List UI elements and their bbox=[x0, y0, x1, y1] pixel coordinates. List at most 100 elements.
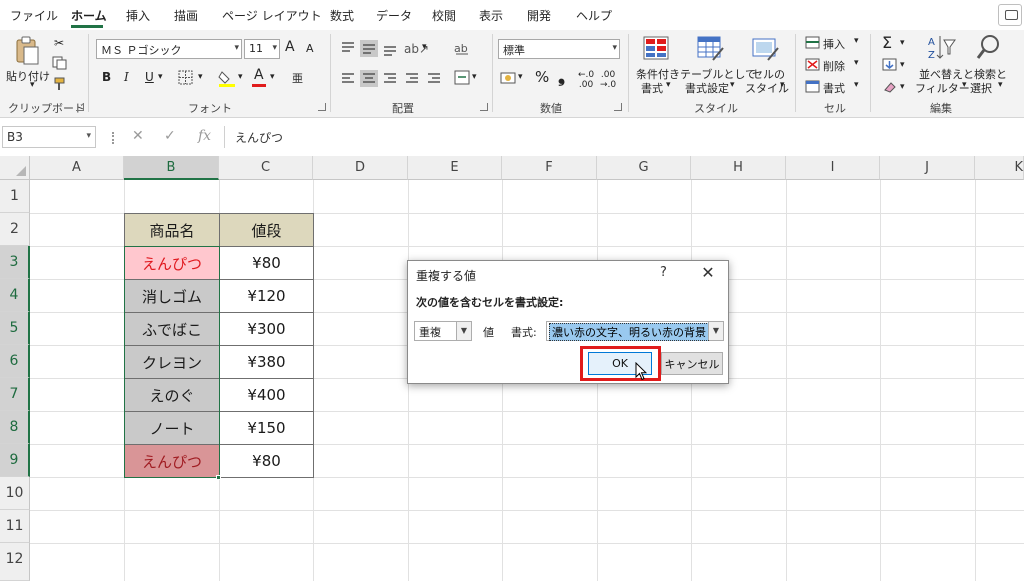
cell-b9[interactable]: えんぴつ bbox=[124, 444, 220, 478]
borders-icon[interactable] bbox=[178, 70, 194, 86]
cell-c9[interactable]: ¥80 bbox=[219, 444, 314, 478]
clipboard-launcher-icon[interactable] bbox=[76, 103, 84, 111]
cut-icon[interactable]: ✂ bbox=[52, 36, 66, 50]
fill-icon[interactable] bbox=[882, 58, 898, 72]
paste-label[interactable]: 貼り付け bbox=[6, 68, 50, 84]
menu-review[interactable]: 校閲 bbox=[432, 7, 456, 24]
cell-c5[interactable]: ¥300 bbox=[219, 312, 314, 346]
column-header-i[interactable]: I bbox=[786, 156, 880, 180]
wrap-text-icon[interactable]: ab bbox=[454, 40, 470, 56]
row-header-10[interactable]: 10 bbox=[0, 477, 30, 510]
column-header-d[interactable]: D bbox=[313, 156, 408, 180]
sort-filter-icon[interactable]: AZ bbox=[928, 34, 956, 62]
copy-icon[interactable] bbox=[52, 56, 68, 70]
formula-input[interactable]: えんぴつ bbox=[224, 126, 1024, 148]
format-select[interactable]: 濃い赤の文字、明るい赤の背景 ▼ bbox=[546, 321, 724, 341]
paste-icon[interactable] bbox=[14, 36, 40, 66]
column-header-h[interactable]: H bbox=[691, 156, 786, 180]
cancel-entry-icon[interactable]: ✕ bbox=[132, 128, 144, 144]
column-header-g[interactable]: G bbox=[597, 156, 691, 180]
format-as-table-icon[interactable] bbox=[697, 36, 725, 62]
shrink-font-icon[interactable]: A bbox=[306, 42, 314, 55]
clear-icon[interactable] bbox=[882, 80, 898, 94]
decrease-decimal-icon[interactable]: .00 →.0 bbox=[600, 70, 616, 90]
autosum-icon[interactable]: Σ bbox=[882, 33, 892, 52]
row-header-3[interactable]: 3 bbox=[0, 246, 30, 279]
number-format-combo[interactable]: 標準 ▾ bbox=[498, 39, 620, 59]
help-icon[interactable]: ? bbox=[660, 265, 667, 280]
row-header-12[interactable]: 12 bbox=[0, 543, 30, 581]
insert-cells-label[interactable]: 挿入 bbox=[823, 36, 845, 52]
menu-file[interactable]: ファイル bbox=[10, 7, 58, 24]
row-header-11[interactable]: 11 bbox=[0, 510, 30, 543]
menu-developer[interactable]: 開発 bbox=[527, 7, 551, 24]
format-painter-icon[interactable] bbox=[52, 76, 68, 92]
menu-data[interactable]: データ bbox=[376, 7, 412, 24]
comma-button[interactable]: ❟ bbox=[558, 66, 565, 87]
row-header-2[interactable]: 2 bbox=[0, 213, 30, 246]
cell-b5[interactable]: ふでばこ bbox=[124, 312, 220, 346]
cell-b4[interactable]: 消しゴム bbox=[124, 279, 220, 313]
bold-button[interactable]: B bbox=[102, 70, 111, 84]
row-header-5[interactable]: 5 bbox=[0, 312, 30, 345]
cell-b3[interactable]: えんぴつ bbox=[124, 246, 220, 280]
percent-button[interactable]: % bbox=[535, 68, 549, 86]
grow-font-icon[interactable]: A bbox=[285, 39, 295, 55]
font-name-combo[interactable]: ＭＳ Ｐゴシック ▾ bbox=[96, 39, 242, 59]
row-header-9[interactable]: 9 bbox=[0, 444, 30, 477]
number-launcher-icon[interactable] bbox=[614, 103, 622, 111]
column-header-f[interactable]: F bbox=[502, 156, 597, 180]
menu-insert[interactable]: 挿入 bbox=[126, 7, 150, 24]
format-cells-label[interactable]: 書式 bbox=[823, 80, 845, 96]
increase-decimal-icon[interactable]: ←.0.00 bbox=[578, 70, 594, 90]
cancel-button[interactable]: キャンセル bbox=[661, 352, 723, 375]
fill-handle[interactable] bbox=[216, 475, 221, 480]
cell-c2-header[interactable]: 値段 bbox=[219, 213, 314, 247]
menu-formulas[interactable]: 数式 bbox=[330, 7, 354, 24]
cell-c4[interactable]: ¥120 bbox=[219, 279, 314, 313]
cell-b6[interactable]: クレヨン bbox=[124, 345, 220, 379]
underline-button[interactable]: U bbox=[145, 70, 154, 84]
column-header-e[interactable]: E bbox=[408, 156, 502, 180]
comment-icon[interactable] bbox=[998, 4, 1022, 26]
name-box[interactable]: B3 ▾ bbox=[2, 126, 96, 148]
cell-c3[interactable]: ¥80 bbox=[219, 246, 314, 280]
close-icon[interactable]: ✕ bbox=[698, 263, 718, 282]
row-header-1[interactable]: 1 bbox=[0, 180, 30, 213]
column-header-b[interactable]: B bbox=[124, 156, 219, 180]
column-header-a[interactable]: A bbox=[30, 156, 124, 180]
italic-button[interactable]: I bbox=[124, 70, 129, 84]
cell-b7[interactable]: えのぐ bbox=[124, 378, 220, 412]
menu-home[interactable]: ホーム bbox=[71, 7, 107, 24]
font-launcher-icon[interactable] bbox=[318, 103, 326, 111]
confirm-entry-icon[interactable]: ✓ bbox=[164, 128, 176, 144]
column-header-k[interactable]: K bbox=[975, 156, 1024, 180]
duplicate-type-select[interactable]: 重複 ▼ bbox=[414, 321, 472, 341]
alignment-launcher-icon[interactable] bbox=[480, 103, 488, 111]
row-header-7[interactable]: 7 bbox=[0, 378, 30, 411]
column-header-j[interactable]: J bbox=[880, 156, 975, 180]
column-header-c[interactable]: C bbox=[219, 156, 313, 180]
insert-cells-icon[interactable] bbox=[805, 36, 821, 50]
cell-b8[interactable]: ノート bbox=[124, 411, 220, 445]
cell-b2-header[interactable]: 商品名 bbox=[124, 213, 220, 247]
vertical-align-icons[interactable]: ab↗ bbox=[340, 40, 460, 58]
row-header-6[interactable]: 6 bbox=[0, 345, 30, 378]
horizontal-align-icons[interactable] bbox=[340, 70, 460, 88]
delete-cells-label[interactable]: 削除 bbox=[823, 58, 845, 74]
conditional-formatting-icon[interactable] bbox=[643, 36, 669, 62]
row-header-8[interactable]: 8 bbox=[0, 411, 30, 444]
row-header-4[interactable]: 4 bbox=[0, 279, 30, 312]
cell-c6[interactable]: ¥380 bbox=[219, 345, 314, 379]
select-all-corner[interactable] bbox=[0, 156, 30, 180]
cell-c7[interactable]: ¥400 bbox=[219, 378, 314, 412]
delete-cells-icon[interactable] bbox=[805, 58, 821, 72]
cell-c8[interactable]: ¥150 bbox=[219, 411, 314, 445]
format-cells-icon[interactable] bbox=[805, 80, 821, 94]
font-color-icon[interactable]: A bbox=[254, 67, 264, 83]
fill-color-icon[interactable] bbox=[218, 68, 236, 88]
menu-help[interactable]: ヘルプ bbox=[576, 7, 612, 24]
font-size-combo[interactable]: 11 ▾ bbox=[244, 39, 280, 59]
find-select-icon[interactable] bbox=[976, 34, 1002, 62]
phonetic-icon[interactable]: 亜 bbox=[292, 70, 303, 86]
